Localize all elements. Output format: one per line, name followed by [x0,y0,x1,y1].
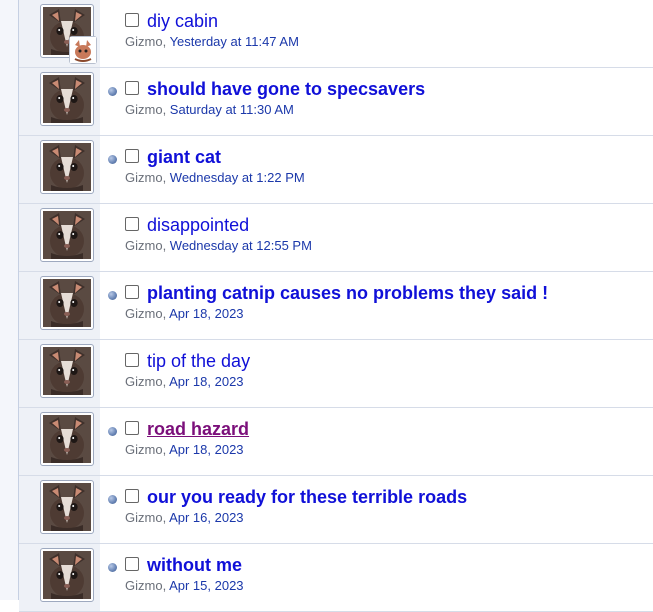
thread-author[interactable]: Gizmo [125,102,163,117]
avatar-column [19,476,100,543]
meta-separator: , [162,34,170,49]
thread-date[interactable]: Apr 18, 2023 [169,374,243,389]
thread-meta: Gizmo, Yesterday at 11:47 AM [125,34,299,50]
avatar[interactable] [40,344,94,398]
thread-date[interactable]: Saturday at 11:30 AM [170,102,294,117]
avatar[interactable] [40,140,94,194]
thread-select-checkbox[interactable] [125,285,139,299]
thread-meta: Gizmo, Apr 15, 2023 [125,578,244,594]
avatar-column [19,0,100,67]
thread-row: without me Gizmo, Apr 15, 2023 [19,544,653,612]
thread-date[interactable]: Wednesday at 12:55 PM [170,238,312,253]
thread-select-checkbox[interactable] [125,557,139,571]
thread-row: tip of the day Gizmo, Apr 18, 2023 [19,340,653,408]
unread-indicator-icon[interactable] [108,495,117,504]
thread-select-checkbox[interactable] [125,489,139,503]
thread-title-link[interactable]: disappointed [147,215,249,235]
thread-select-checkbox[interactable] [125,149,139,163]
thread-meta: Gizmo, Apr 18, 2023 [125,374,244,390]
thread-title-link[interactable]: giant cat [147,147,221,167]
thread-select-checkbox[interactable] [125,421,139,435]
thread-title-link[interactable]: planting catnip causes no problems they … [147,283,548,303]
thread-author[interactable]: Gizmo [125,442,163,457]
meta-separator: , [162,238,170,253]
thread-list: diy cabin Gizmo, Yesterday at 11:47 AM s… [19,0,653,612]
thread-row: disappointed Gizmo, Wednesday at 12:55 P… [19,204,653,272]
thread-title-link[interactable]: should have gone to specsavers [147,79,425,99]
thread-title-link[interactable]: our you ready for these terrible roads [147,487,467,507]
thread-author[interactable]: Gizmo [125,510,163,525]
thread-select-checkbox[interactable] [125,13,139,27]
thread-date[interactable]: Apr 18, 2023 [169,442,243,457]
thread-date[interactable]: Wednesday at 1:22 PM [170,170,305,185]
thread-row: road hazard Gizmo, Apr 18, 2023 [19,408,653,476]
thread-meta: Gizmo, Wednesday at 12:55 PM [125,238,312,254]
avatar[interactable] [40,412,94,466]
avatar-column [19,68,100,135]
thread-date[interactable]: Apr 15, 2023 [169,578,243,593]
avatar-column [19,544,100,611]
avatar[interactable] [40,548,94,602]
thread-author[interactable]: Gizmo [125,374,163,389]
thread-row: planting catnip causes no problems they … [19,272,653,340]
thread-meta: Gizmo, Apr 18, 2023 [125,442,244,458]
thread-meta: Gizmo, Apr 18, 2023 [125,306,244,322]
avatar-column [19,272,100,339]
thread-row: giant cat Gizmo, Wednesday at 1:22 PM [19,136,653,204]
meta-separator: , [162,170,170,185]
avatar[interactable] [40,208,94,262]
thread-author[interactable]: Gizmo [125,170,163,185]
unread-indicator-icon[interactable] [108,291,117,300]
thread-title-link[interactable]: without me [147,555,242,575]
thread-meta: Gizmo, Saturday at 11:30 AM [125,102,294,118]
thread-meta: Gizmo, Apr 16, 2023 [125,510,244,526]
thread-date[interactable]: Apr 16, 2023 [169,510,243,525]
avatar[interactable] [40,276,94,330]
thread-row: should have gone to specsavers Gizmo, Sa… [19,68,653,136]
thread-date[interactable]: Apr 18, 2023 [169,306,243,321]
thread-select-checkbox[interactable] [125,353,139,367]
thread-title-link[interactable]: diy cabin [147,11,218,31]
avatar-column [19,136,100,203]
thread-author[interactable]: Gizmo [125,34,163,49]
left-rail [0,0,19,600]
thread-row: our you ready for these terrible roads G… [19,476,653,544]
meta-separator: , [162,102,170,117]
avatar-column [19,204,100,271]
thread-select-checkbox[interactable] [125,81,139,95]
unread-indicator-icon[interactable] [108,155,117,164]
thread-author[interactable]: Gizmo [125,238,163,253]
unread-indicator-icon[interactable] [108,563,117,572]
thread-meta: Gizmo, Wednesday at 1:22 PM [125,170,305,186]
thread-title-link[interactable]: tip of the day [147,351,250,371]
thread-select-checkbox[interactable] [125,217,139,231]
avatar[interactable] [40,72,94,126]
thread-row: diy cabin Gizmo, Yesterday at 11:47 AM [19,0,653,68]
unread-indicator-icon[interactable] [108,87,117,96]
avatar-column [19,408,100,475]
avatar-column [19,340,100,407]
avatar[interactable] [40,480,94,534]
thread-author[interactable]: Gizmo [125,306,163,321]
thread-date[interactable]: Yesterday at 11:47 AM [170,34,299,49]
thread-author[interactable]: Gizmo [125,578,163,593]
unread-indicator-icon[interactable] [108,427,117,436]
thread-title-link[interactable]: road hazard [147,419,249,439]
last-poster-avatar[interactable] [69,36,97,64]
